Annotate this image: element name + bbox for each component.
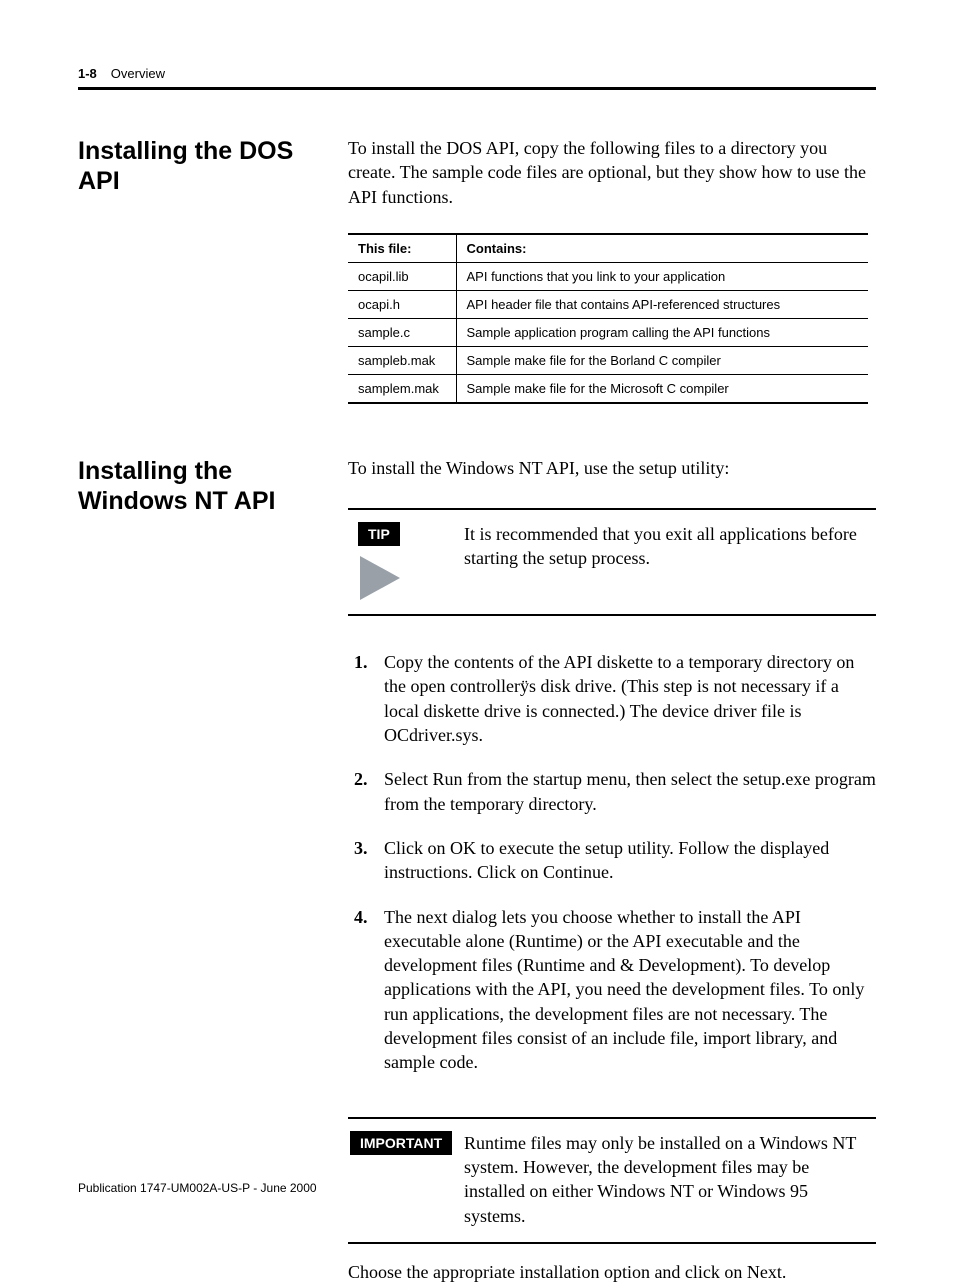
section-dos: Installing the DOS API To install the DO… <box>78 136 876 404</box>
intro-nt: To install the Windows NT API, use the s… <box>348 456 876 480</box>
heading-dos: Installing the DOS API <box>78 136 338 404</box>
section-label: Overview <box>111 66 165 81</box>
table-header: Contains: <box>456 234 868 263</box>
step-item: Click on OK to execute the setup utility… <box>348 836 876 885</box>
steps-list: Copy the contents of the API diskette to… <box>348 650 876 1094</box>
page-header: 1-8 Overview <box>78 66 876 81</box>
after-important-text: Choose the appropriate installation opti… <box>348 1260 876 1284</box>
header-rule <box>78 87 876 90</box>
important-badge: IMPORTANT <box>350 1131 452 1155</box>
important-callout: IMPORTANT Runtime files may only be inst… <box>348 1117 876 1244</box>
table-cell: ocapi.h <box>348 290 456 318</box>
important-text: Runtime files may only be installed on a… <box>464 1129 874 1228</box>
files-table: This file: Contains: ocapil.lib API func… <box>348 233 868 404</box>
table-row: samplem.mak Sample make file for the Mic… <box>348 374 868 403</box>
important-badge-area: IMPORTANT <box>350 1129 446 1228</box>
table-row: sampleb.mak Sample make file for the Bor… <box>348 346 868 374</box>
table-cell: samplem.mak <box>348 374 456 403</box>
table-row: ocapi.h API header file that contains AP… <box>348 290 868 318</box>
table-row: sample.c Sample application program call… <box>348 318 868 346</box>
page-number: 1-8 <box>78 66 97 81</box>
step-item: Copy the contents of the API diskette to… <box>348 650 876 747</box>
table-cell: sampleb.mak <box>348 346 456 374</box>
table-cell: API header file that contains API-refere… <box>456 290 868 318</box>
tip-badge: TIP <box>358 522 400 546</box>
tip-badge-area: TIP <box>350 520 446 600</box>
tip-callout: TIP It is recommended that you exit all … <box>348 508 876 616</box>
step-item: Select Run from the startup menu, then s… <box>348 767 876 816</box>
triangle-icon <box>360 556 400 600</box>
table-header-row: This file: Contains: <box>348 234 868 263</box>
table-cell: Sample make file for the Microsoft C com… <box>456 374 868 403</box>
table-cell: sample.c <box>348 318 456 346</box>
table-cell: Sample application program calling the A… <box>456 318 868 346</box>
step-item: The next dialog lets you choose whether … <box>348 905 876 1075</box>
table-row: ocapil.lib API functions that you link t… <box>348 262 868 290</box>
table-cell: Sample make file for the Borland C compi… <box>456 346 868 374</box>
tip-text: It is recommended that you exit all appl… <box>464 520 874 600</box>
table-header: This file: <box>348 234 456 263</box>
intro-dos: To install the DOS API, copy the followi… <box>348 136 876 209</box>
table-cell: ocapil.lib <box>348 262 456 290</box>
heading-nt: Installing the Windows NT API <box>78 456 338 1284</box>
section-nt: Installing the Windows NT API To install… <box>78 456 876 1284</box>
publication-footer: Publication 1747-UM002A-US-P - June 2000 <box>78 1181 317 1195</box>
table-cell: API functions that you link to your appl… <box>456 262 868 290</box>
